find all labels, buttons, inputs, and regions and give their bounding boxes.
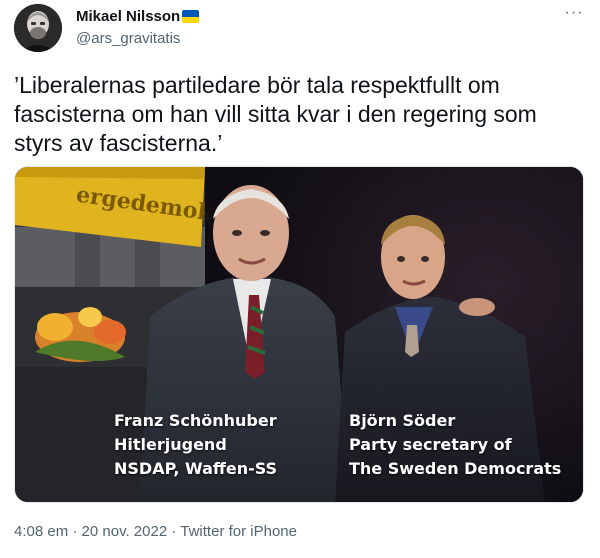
meta-separator: ·: [171, 523, 177, 540]
caption-left-line: NSDAP, Waffen-SS: [114, 459, 278, 478]
caption-right: Björn Söder Party secretary of The Swede…: [349, 409, 561, 481]
avatar[interactable]: [14, 4, 62, 52]
caption-left-line: Hitlerjugend: [114, 435, 227, 454]
caption-right-line: Björn Söder: [349, 411, 456, 430]
tweet-meta: 4:08 em · 20 nov. 2022 · Twitter for iPh…: [14, 523, 297, 540]
tweet-photo[interactable]: ergedemokrat Franz Schönhuber Hitlerjuge…: [14, 166, 584, 503]
tweet-source[interactable]: Twitter for iPhone: [180, 523, 297, 540]
author-handle[interactable]: @ars_gravitatis: [76, 30, 180, 47]
tweet: Mikael Nilsson @ars_gravitatis ··· ’Libe…: [0, 0, 600, 558]
caption-left: Franz Schönhuber Hitlerjugend NSDAP, Waf…: [114, 409, 277, 481]
caption-right-line: Party secretary of: [349, 435, 512, 454]
meta-separator: ·: [72, 523, 78, 540]
tweet-date[interactable]: 20 nov. 2022: [82, 523, 168, 540]
flag-bottom-stripe: [182, 16, 199, 23]
more-horizontal-icon: ···: [564, 4, 584, 21]
author-name[interactable]: Mikael Nilsson: [76, 8, 180, 25]
tweet-time[interactable]: 4:08 em: [14, 523, 68, 540]
caption-right-line: The Sweden Democrats: [349, 459, 562, 478]
avatar-photo: [14, 4, 62, 52]
more-options-button[interactable]: ···: [560, 4, 588, 26]
tweet-text: ’Liberalernas partiledare bör tala respe…: [14, 72, 537, 156]
ukraine-flag-icon: [182, 10, 199, 23]
caption-left-line: Franz Schönhuber: [114, 411, 277, 430]
